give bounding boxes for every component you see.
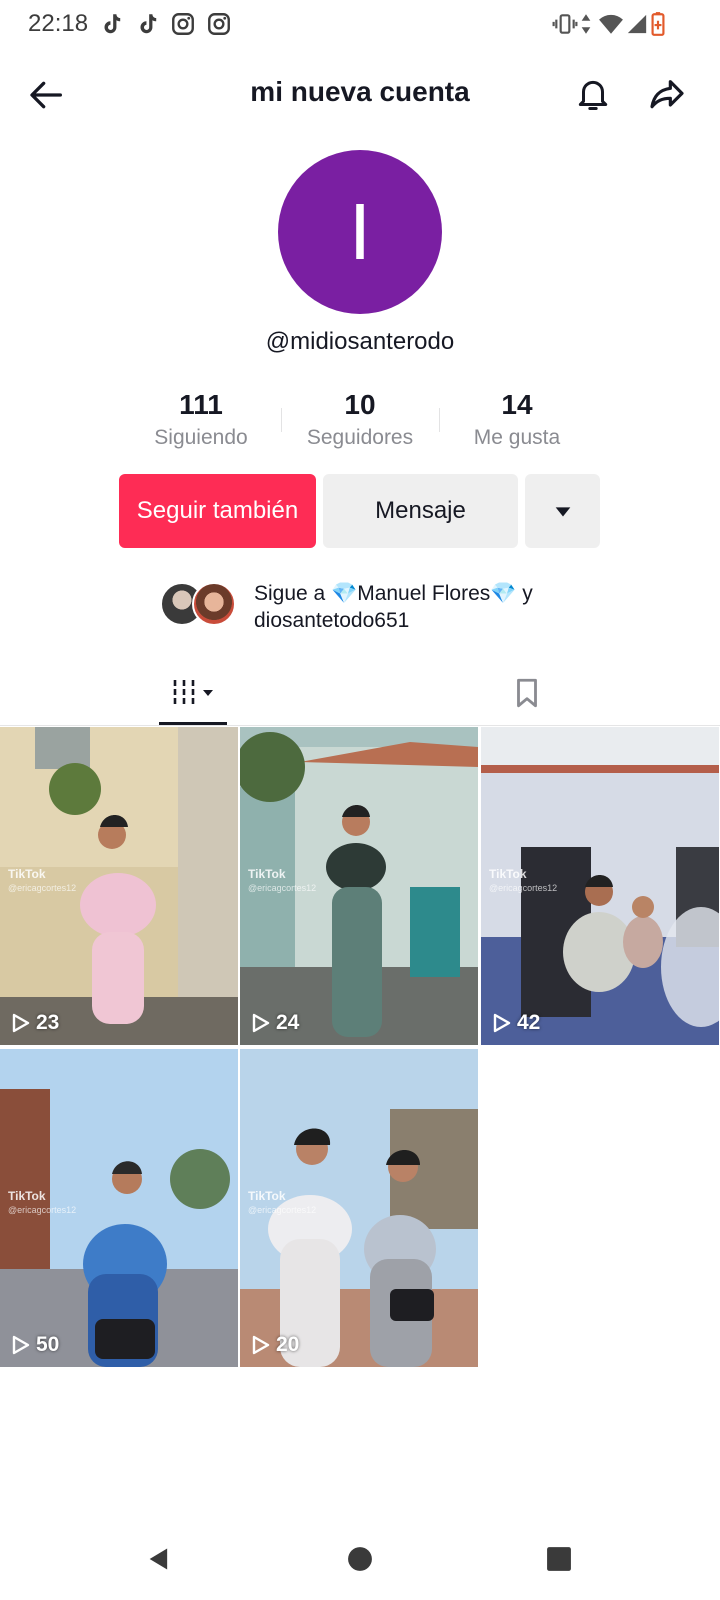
signal-icon bbox=[627, 14, 647, 34]
watermark: TikTok @ericagcortes12 bbox=[489, 867, 558, 893]
tiktok-icon bbox=[104, 14, 121, 34]
divider bbox=[439, 408, 440, 432]
instagram-icon bbox=[172, 13, 194, 35]
stat-value: 14 bbox=[501, 389, 533, 420]
avatar bbox=[192, 582, 236, 626]
nav-home-button[interactable] bbox=[335, 1534, 385, 1584]
stat-value: 111 bbox=[179, 389, 223, 420]
mutual-text: Sigue a 💎Manuel Flores💎 y diosantetodo65… bbox=[254, 580, 604, 634]
wifi-icon bbox=[599, 14, 623, 34]
watermark: TikTok @ericagcortes12 bbox=[248, 1189, 317, 1215]
stat-value: 10 bbox=[344, 389, 376, 420]
top-bar: mi nueva cuenta bbox=[0, 60, 720, 130]
watermark: TikTok @ericagcortes12 bbox=[8, 867, 77, 893]
profile-tabs bbox=[0, 660, 720, 726]
back-button[interactable] bbox=[22, 70, 72, 120]
active-tab-indicator bbox=[159, 722, 227, 725]
mutual-prefix: Sigue a bbox=[254, 582, 332, 605]
share-icon bbox=[650, 80, 684, 109]
view-count: 50 bbox=[12, 1333, 59, 1357]
tab-videos[interactable] bbox=[13, 660, 373, 726]
divider bbox=[281, 408, 282, 432]
watermark: TikTok @ericagcortes12 bbox=[248, 867, 317, 893]
video-thumbnail[interactable]: TikTok @ericagcortes12 20 bbox=[240, 1049, 478, 1367]
view-count: 23 bbox=[12, 1011, 59, 1035]
video-thumbnail[interactable]: TikTok @ericagcortes12 42 bbox=[481, 727, 719, 1045]
page-title: mi nueva cuenta bbox=[250, 76, 470, 107]
tab-saved[interactable] bbox=[347, 660, 707, 726]
message-button[interactable]: Mensaje bbox=[323, 474, 518, 548]
view-count: 20 bbox=[252, 1333, 299, 1357]
avatar-initial: I bbox=[348, 187, 372, 276]
tiktok-icon bbox=[140, 14, 157, 34]
instagram-icon bbox=[208, 13, 230, 35]
play-icon bbox=[493, 1013, 511, 1033]
username: @midiosanterodo bbox=[265, 328, 455, 355]
play-icon bbox=[12, 1335, 30, 1355]
notifications-button[interactable] bbox=[568, 70, 618, 120]
home-circle-icon bbox=[348, 1547, 372, 1571]
follow-back-button[interactable]: Seguir también bbox=[119, 474, 316, 548]
view-count: 42 bbox=[493, 1011, 540, 1035]
system-navigation-bar bbox=[0, 1520, 720, 1600]
stat-label: Seguidores bbox=[306, 426, 414, 449]
arrow-left-icon bbox=[30, 81, 62, 109]
play-icon bbox=[252, 1335, 270, 1355]
status-time: 22:18 bbox=[28, 10, 89, 37]
nav-recents-button[interactable] bbox=[534, 1534, 584, 1584]
video-thumbnail[interactable]: TikTok @ericagcortes12 23 bbox=[0, 727, 238, 1045]
mutual-second: diosantetodo651 bbox=[254, 609, 410, 632]
stat-following[interactable]: 111 Siguiendo bbox=[126, 388, 276, 450]
avatar[interactable]: I bbox=[278, 150, 442, 314]
vibrate-icon bbox=[552, 14, 578, 34]
bookmark-icon bbox=[517, 678, 537, 708]
mutual-name: 💎Manuel Flores💎 bbox=[331, 582, 517, 605]
watermark: TikTok @ericagcortes12 bbox=[8, 1189, 77, 1215]
view-count: 24 bbox=[252, 1011, 299, 1035]
video-thumbnail[interactable]: TikTok @ericagcortes12 50 bbox=[0, 1049, 238, 1367]
bell-icon bbox=[578, 80, 608, 110]
more-options-button[interactable] bbox=[525, 474, 600, 548]
caret-down-icon bbox=[555, 507, 570, 517]
stat-followers[interactable]: 10 Seguidores bbox=[285, 388, 435, 450]
video-thumbnail[interactable]: TikTok @ericagcortes12 24 bbox=[240, 727, 478, 1045]
stat-label: Me gusta bbox=[473, 426, 561, 449]
data-arrows-icon bbox=[581, 14, 591, 34]
videos-grid-icon bbox=[173, 680, 213, 704]
back-triangle-icon bbox=[149, 1548, 168, 1570]
status-bar: 22:18 bbox=[0, 0, 720, 50]
recents-square-icon bbox=[547, 1547, 571, 1571]
stat-label: Siguiendo bbox=[154, 426, 248, 449]
play-icon bbox=[252, 1013, 270, 1033]
nav-back-button[interactable] bbox=[134, 1534, 184, 1584]
play-icon bbox=[12, 1013, 30, 1033]
battery-icon bbox=[651, 12, 665, 36]
share-button[interactable] bbox=[642, 70, 692, 120]
mutual-followers[interactable]: Sigue a 💎Manuel Flores💎 y diosantetodo65… bbox=[160, 580, 600, 636]
mutual-connector: y bbox=[516, 582, 533, 605]
stat-likes[interactable]: 14 Me gusta bbox=[442, 388, 592, 450]
